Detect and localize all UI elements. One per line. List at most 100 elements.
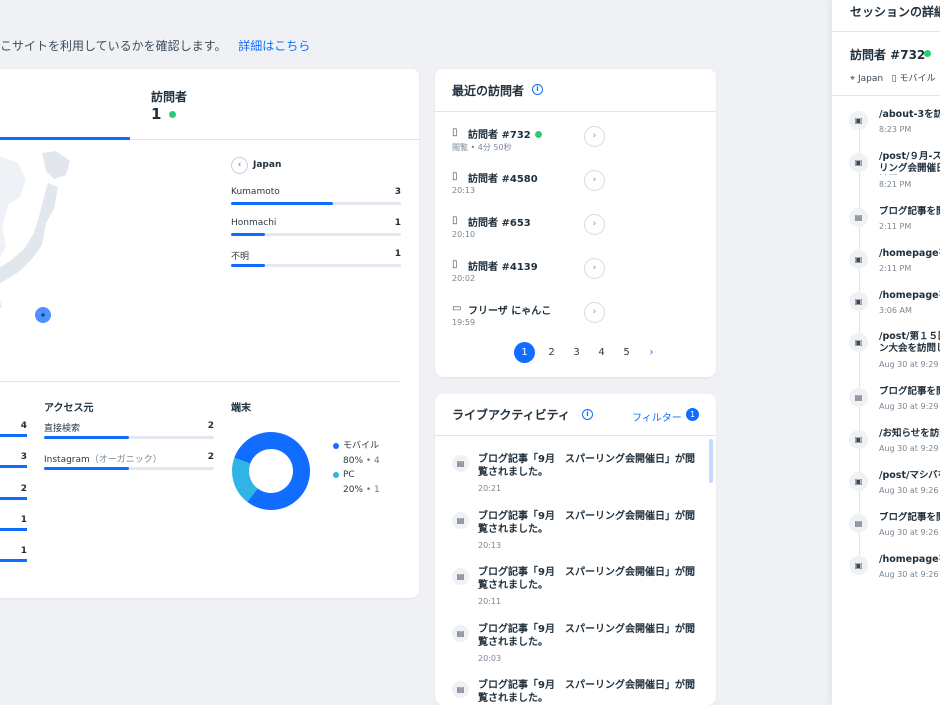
region-value: 1 <box>394 249 401 259</box>
online-indicator-icon <box>169 111 176 118</box>
learn-more-link[interactable]: 詳細はこちら <box>238 39 310 53</box>
recent-visitor-item[interactable]: ▯ 訪問者 #4580 20:13 › <box>452 169 605 205</box>
region-bar-track <box>231 264 401 267</box>
recent-visitor-name: フリーザ にゃんこ <box>468 302 551 317</box>
legend-percent: 20% <box>343 485 364 495</box>
page-visit-icon: ▣ <box>849 292 868 311</box>
info-icon[interactable]: i <box>582 409 593 420</box>
session-event-time: Aug 30 at 9:26 PM <box>879 570 940 579</box>
chevron-right-icon[interactable]: › <box>584 258 605 279</box>
page-bar-fill <box>0 465 27 468</box>
page-row[interactable]: 2 <box>0 484 27 504</box>
document-icon: ▤ <box>452 512 469 529</box>
page-bar-track <box>0 559 27 562</box>
activity-text: ブログ記事「9月 スパーリング会開催日」が閲覧されました。 <box>478 511 695 535</box>
page-row[interactable]: 1 <box>0 546 27 566</box>
devices-title: 端末 <box>231 403 251 414</box>
document-icon: ▤ <box>452 455 469 472</box>
visitor-name-text: 訪問者 #732 <box>468 130 531 141</box>
legend-count: 1 <box>374 485 380 495</box>
phone-icon: ▯ <box>452 127 458 138</box>
page-row-value: 1 <box>20 546 27 556</box>
region-row[interactable]: Kumamoto 3 <box>231 187 401 211</box>
region-title: Japan <box>253 160 282 170</box>
region-value: 3 <box>394 187 401 197</box>
region-value: 1 <box>394 218 401 228</box>
page-row-value: 4 <box>20 421 27 431</box>
session-event-time: Aug 30 at 9:29 PM <box>879 444 940 453</box>
region-row[interactable]: 不明 1 <box>231 249 401 273</box>
phone-icon: ▯ <box>891 74 897 84</box>
session-event-time: Aug 30 at 9:29 PM <box>879 402 940 411</box>
legend-separator: • <box>363 485 375 495</box>
activity-time: 20:13 <box>478 541 502 550</box>
region-row[interactable]: Honmachi 1 <box>231 218 401 242</box>
visitor-name-text: 訪問者 #4580 <box>468 174 538 185</box>
source-row[interactable]: 直接検索 2 <box>44 421 214 445</box>
phone-icon: ▯ <box>452 259 458 270</box>
recent-visitor-sub: 閲覧 • 4分 50秒 <box>452 143 512 152</box>
page-row[interactable]: 1 <box>0 515 27 535</box>
chevron-right-icon[interactable]: › <box>584 214 605 235</box>
session-event-time: Aug 30 at 9:29 PM <box>879 360 940 369</box>
session-event-time: 2:11 PM <box>879 264 912 273</box>
page-row[interactable]: 4 <box>0 421 27 441</box>
page-row-value: 2 <box>20 484 27 494</box>
page-visit-icon: ▣ <box>849 430 868 449</box>
recent-visitor-item[interactable]: ▯ 訪問者 #653 20:10 › <box>452 213 605 249</box>
chevron-right-icon[interactable]: › <box>584 126 605 147</box>
legend-values: 80% • 4 <box>343 456 380 466</box>
source-bar-track <box>44 436 214 439</box>
source-label-suffix: （オーガニック） <box>89 455 162 465</box>
card-divider <box>435 111 716 112</box>
chevron-right-icon[interactable]: › <box>584 170 605 191</box>
page-button-2[interactable]: 2 <box>539 342 564 363</box>
page-visit-icon: ▣ <box>849 472 868 491</box>
info-icon[interactable]: i <box>532 84 543 95</box>
region-bar-fill <box>231 233 265 236</box>
activity-text: ブログ記事「9月 スパーリング会開催日」が閲覧されました。 <box>478 567 695 591</box>
chevron-right-icon[interactable]: › <box>584 302 605 323</box>
source-value: 2 <box>207 452 214 462</box>
region-label: Honmachi <box>231 218 277 228</box>
page-bar-track <box>0 465 27 468</box>
page-button-3[interactable]: 3 <box>564 342 589 363</box>
session-event-text: /about-3を訪問しました <box>879 109 940 120</box>
session-event-text: /post/マシバを訪問しました <box>879 470 940 481</box>
panel-divider <box>832 31 940 32</box>
recent-visitor-item[interactable]: ▭ フリーザ にゃんこ 19:59 › <box>452 301 605 337</box>
session-event-text: /homepageを訪問しました <box>879 248 940 259</box>
session-event-text: /homepageを訪問しました <box>879 554 940 565</box>
session-event-time: 8:23 PM <box>879 125 912 134</box>
page-row[interactable]: 3 <box>0 452 27 472</box>
page-button-1[interactable]: 1 <box>514 342 535 363</box>
legend-name: モバイル <box>343 441 380 451</box>
page-button-5[interactable]: 5 <box>614 342 639 363</box>
visitor-name-text: 訪問者 #653 <box>468 218 531 229</box>
recent-visitor-item[interactable]: ▯ 訪問者 #4139 20:02 › <box>452 257 605 293</box>
session-event-text: /post/第１５回 トン大会を訪問しました <box>879 331 940 354</box>
filter-count-badge: 1 <box>686 408 699 421</box>
next-page-icon[interactable]: › <box>639 342 664 363</box>
page-button-4[interactable]: 4 <box>589 342 614 363</box>
session-event-time: Aug 30 at 9:26 PM <box>879 486 940 495</box>
chevron-left-icon[interactable]: ‹ <box>231 157 248 174</box>
recent-visitor-sub: 20:02 <box>452 274 476 283</box>
source-row[interactable]: Instagram（オーガニック） 2 <box>44 452 214 476</box>
visitors-tab-label[interactable]: 訪問者 <box>151 88 187 105</box>
recent-visitor-sub: 20:13 <box>452 186 476 195</box>
scrollbar-thumb[interactable] <box>709 439 713 483</box>
legend-dot-icon <box>333 442 339 449</box>
region-bar-track <box>231 202 401 205</box>
filter-button[interactable]: フィルター <box>632 409 682 424</box>
page-row-value: 1 <box>20 515 27 525</box>
intro-text: こサイトを利用しているかを確認します。 詳細はこちら <box>0 37 310 54</box>
sources-title: アクセス元 <box>44 403 94 414</box>
recent-visitor-name: 訪問者 #4580 <box>468 170 538 185</box>
session-event-text: ブログ記事を閲覧しました <box>879 206 940 217</box>
source-value: 2 <box>207 421 214 431</box>
recent-visitor-item[interactable]: ▯ 訪問者 #732 閲覧 • 4分 50秒 › <box>452 125 605 161</box>
recent-visitor-name: 訪問者 #4139 <box>468 258 538 273</box>
live-activity-card: ライブアクティビティ i フィルター 1 ▤ ブログ記事「9月 スパーリング会開催… <box>435 394 716 705</box>
japan-map[interactable] <box>0 149 100 379</box>
